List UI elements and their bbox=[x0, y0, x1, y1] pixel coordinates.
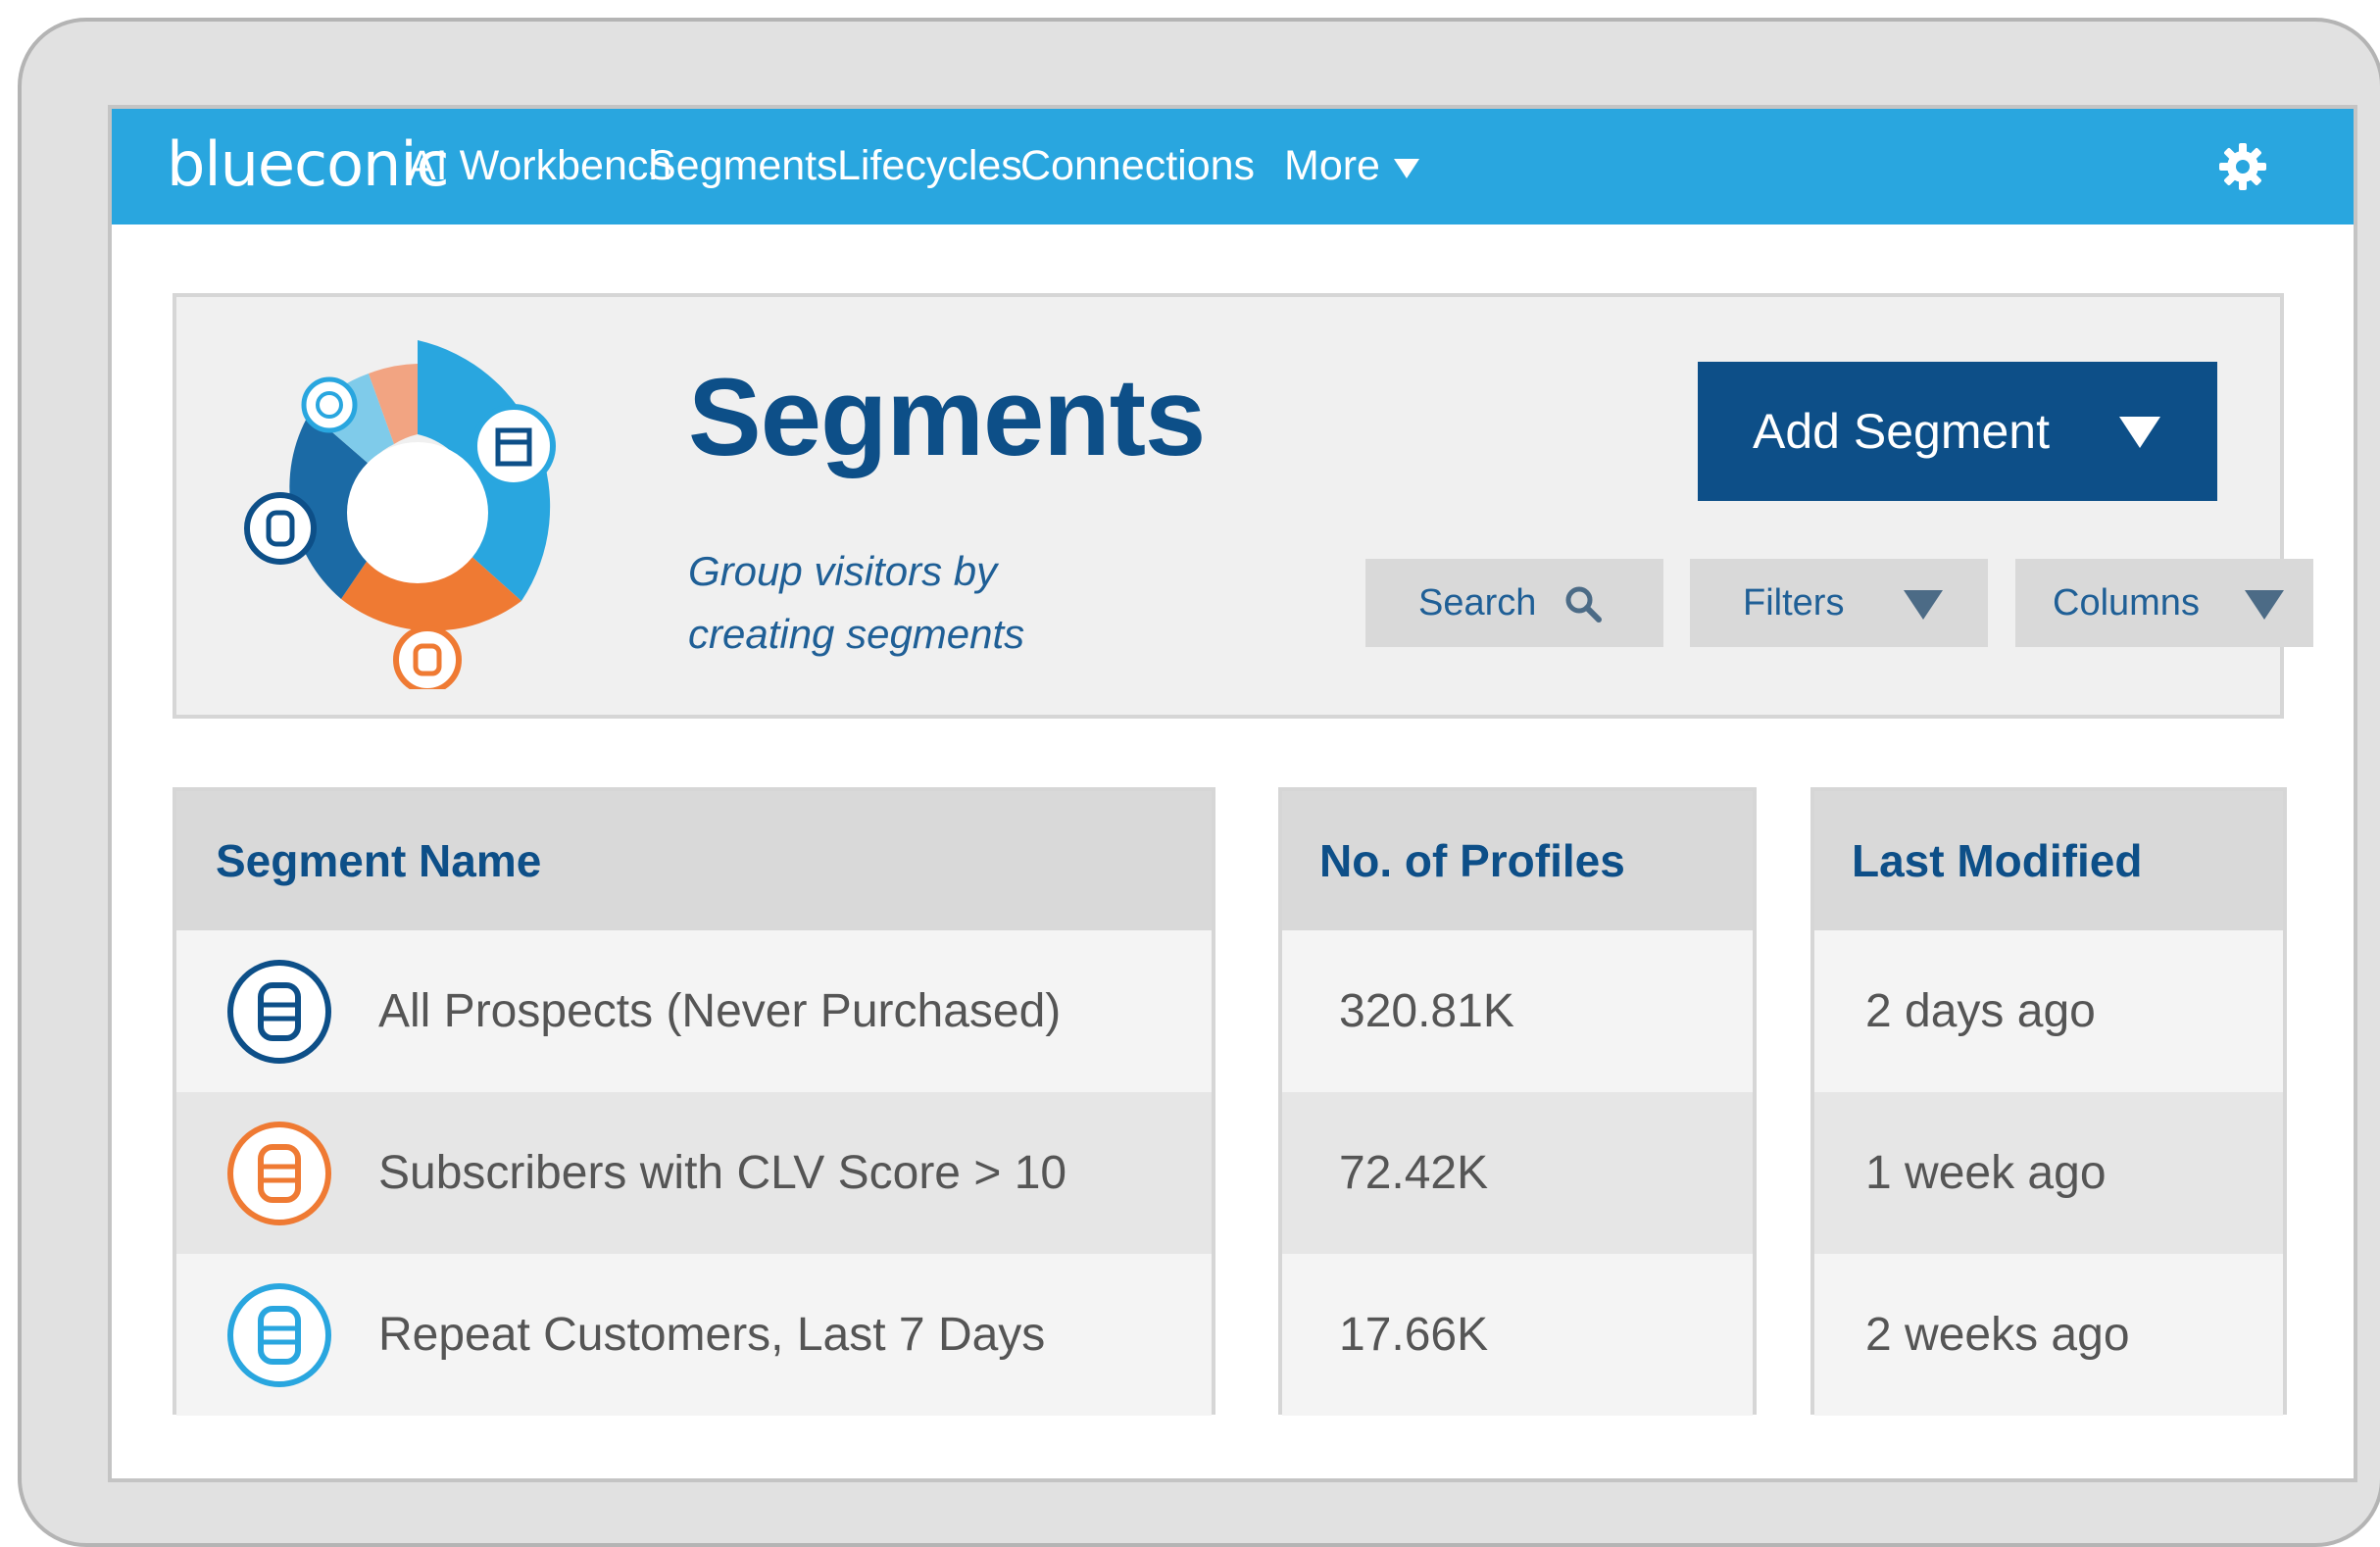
chevron-down-icon bbox=[1393, 158, 1419, 178]
gear-icon[interactable] bbox=[2217, 141, 2268, 192]
modified-cell: 1 week ago bbox=[1814, 1092, 2283, 1254]
segments-donut-illustration bbox=[244, 340, 556, 689]
search-label: Search bbox=[1418, 582, 1537, 624]
column-header-segment-name[interactable]: Segment Name bbox=[176, 791, 1212, 930]
nav-item-segments[interactable]: Segments bbox=[648, 142, 838, 190]
more-label: More bbox=[1284, 142, 1380, 189]
segment-badge-icon bbox=[471, 404, 556, 488]
device-frame: blueconic AI Workbench Segments Lifecycl… bbox=[18, 18, 2380, 1547]
profiles-cell: 72.42K bbox=[1282, 1092, 1753, 1254]
nav-item-more[interactable]: More bbox=[1284, 142, 1419, 190]
segment-name: All Prospects (Never Purchased) bbox=[378, 985, 1062, 1037]
segment-icon bbox=[227, 1122, 331, 1225]
segment-name: Subscribers with CLV Score > 10 bbox=[378, 1147, 1067, 1199]
table-row[interactable]: Repeat Customers, Last 7 Days bbox=[176, 1254, 1212, 1416]
nav-item-lifecycles[interactable]: Lifecycles bbox=[837, 142, 1022, 190]
filters-dropdown[interactable]: Filters bbox=[1690, 559, 1988, 647]
profiles-cell: 17.66K bbox=[1282, 1254, 1753, 1416]
column-header-profiles[interactable]: No. of Profiles bbox=[1282, 791, 1753, 930]
filters-label: Filters bbox=[1743, 582, 1845, 624]
add-segment-label: Add Segment bbox=[1753, 404, 2050, 459]
blueconic-logo[interactable]: blueconic bbox=[167, 128, 450, 200]
columns-label: Columns bbox=[2053, 582, 2200, 624]
search-icon bbox=[1565, 586, 1602, 623]
profiles-cell: 320.81K bbox=[1282, 930, 1753, 1092]
segment-icon bbox=[227, 1283, 331, 1387]
search-button[interactable]: Search bbox=[1365, 559, 1663, 647]
chevron-down-icon bbox=[1904, 590, 1943, 620]
segment-icon bbox=[227, 960, 331, 1064]
table-row[interactable]: All Prospects (Never Purchased) bbox=[176, 930, 1212, 1092]
modified-cell: 2 days ago bbox=[1814, 930, 2283, 1092]
segment-name: Repeat Customers, Last 7 Days bbox=[378, 1309, 1046, 1361]
column-header-last-modified[interactable]: Last Modified bbox=[1814, 791, 2283, 930]
modified-cell: 2 weeks ago bbox=[1814, 1254, 2283, 1416]
app-screen: blueconic AI Workbench Segments Lifecycl… bbox=[108, 105, 2357, 1482]
last-modified-column: Last Modified 2 days ago 1 week ago 2 we… bbox=[1810, 787, 2287, 1416]
subtitle-line-1: Group visitors by bbox=[688, 548, 998, 594]
nav-item-ai-workbench[interactable]: AI Workbench bbox=[408, 142, 671, 190]
nav-item-connections[interactable]: Connections bbox=[1020, 142, 1255, 190]
profiles-column: No. of Profiles 320.81K 72.42K 17.66K bbox=[1278, 787, 1757, 1416]
chevron-down-icon bbox=[2245, 590, 2284, 620]
top-navbar: blueconic AI Workbench Segments Lifecycl… bbox=[112, 109, 2354, 225]
segments-header-panel: Segments Group visitors by creating segm… bbox=[173, 293, 2313, 719]
add-segment-button[interactable]: Add Segment bbox=[1698, 362, 2217, 501]
subtitle-line-2: creating segments bbox=[688, 611, 1025, 657]
chevron-down-icon bbox=[2119, 417, 2160, 448]
page-title: Segments bbox=[688, 356, 1206, 478]
page-subtitle: Group visitors by creating segments bbox=[688, 540, 1100, 666]
columns-dropdown[interactable]: Columns bbox=[2015, 559, 2313, 647]
segment-name-column: Segment Name All Prospects (Never Purcha… bbox=[173, 787, 1215, 1416]
table-row[interactable]: Subscribers with CLV Score > 10 bbox=[176, 1092, 1212, 1254]
